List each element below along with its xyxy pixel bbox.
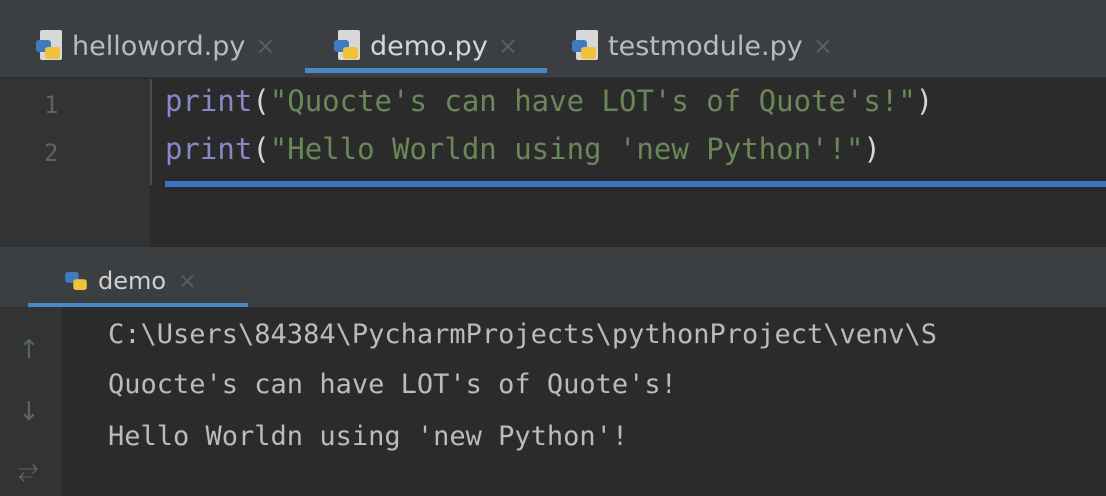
tab-label: helloword.py: [72, 30, 246, 62]
tab-demo-py[interactable]: demo.py ×: [334, 18, 518, 74]
gutter-divider: [150, 79, 152, 185]
close-icon[interactable]: ×: [178, 269, 196, 294]
line-number: 2: [44, 139, 59, 167]
code-paren: (: [252, 84, 270, 118]
python-run-icon: [63, 267, 88, 296]
up-arrow-icon[interactable]: ↑: [18, 337, 40, 363]
close-icon[interactable]: ×: [498, 32, 518, 60]
python-file-icon: [334, 30, 362, 62]
code-line[interactable]: print("Quocte's can have LOT's of Quote'…: [165, 84, 933, 118]
active-tab-indicator: [305, 68, 547, 73]
code-string: "Quocte's can have LOT's of Quote's!": [269, 84, 916, 118]
tab-label: testmodule.py: [608, 30, 803, 62]
code-keyword: print: [165, 132, 253, 166]
code-keyword: print: [165, 84, 253, 118]
python-file-icon: [572, 30, 600, 62]
tab-label: demo.py: [370, 30, 488, 62]
code-paren: ): [915, 84, 934, 118]
selection-highlight-bar: [165, 181, 1106, 187]
code-editor[interactable]: 1 print("Quocte's can have LOT's of Quot…: [0, 79, 1106, 247]
line-number-gutter: [0, 79, 150, 247]
run-tool-window-header: demo ×: [0, 247, 1106, 308]
code-paren: (: [252, 132, 270, 166]
close-icon[interactable]: ×: [813, 32, 833, 60]
line-number: 1: [44, 91, 59, 119]
down-arrow-icon[interactable]: ↓: [18, 399, 40, 425]
console-output-line: C:\Users\84384\PycharmProjects\pythonPro…: [108, 319, 938, 350]
tab-testmodule-py[interactable]: testmodule.py ×: [572, 18, 833, 74]
console-output-line: Quocte's can have LOT's of Quote's!: [108, 369, 677, 400]
python-file-icon: [36, 30, 64, 62]
run-tab-label: demo: [98, 267, 167, 295]
code-line[interactable]: print("Hello Worldn using 'new Python'!"…: [165, 132, 881, 166]
code-string: "Hello Worldn using 'new Python'!": [269, 132, 864, 166]
editor-tab-bar: helloword.py × demo.py × testmodule.py ×: [0, 0, 1106, 78]
console-toolbar: ↑ ↓ ⥂: [0, 307, 62, 496]
code-paren: ): [863, 132, 881, 166]
tab-helloword-py[interactable]: helloword.py ×: [36, 18, 275, 74]
run-tab-demo[interactable]: demo ×: [62, 265, 197, 297]
soft-wrap-icon[interactable]: ⥂: [18, 457, 39, 483]
console-output-line: Hello Worldn using 'new Python'!: [108, 421, 629, 452]
run-console[interactable]: ↑ ↓ ⥂ C:\Users\84384\PycharmProjects\pyt…: [0, 307, 1106, 496]
close-icon[interactable]: ×: [255, 32, 275, 60]
